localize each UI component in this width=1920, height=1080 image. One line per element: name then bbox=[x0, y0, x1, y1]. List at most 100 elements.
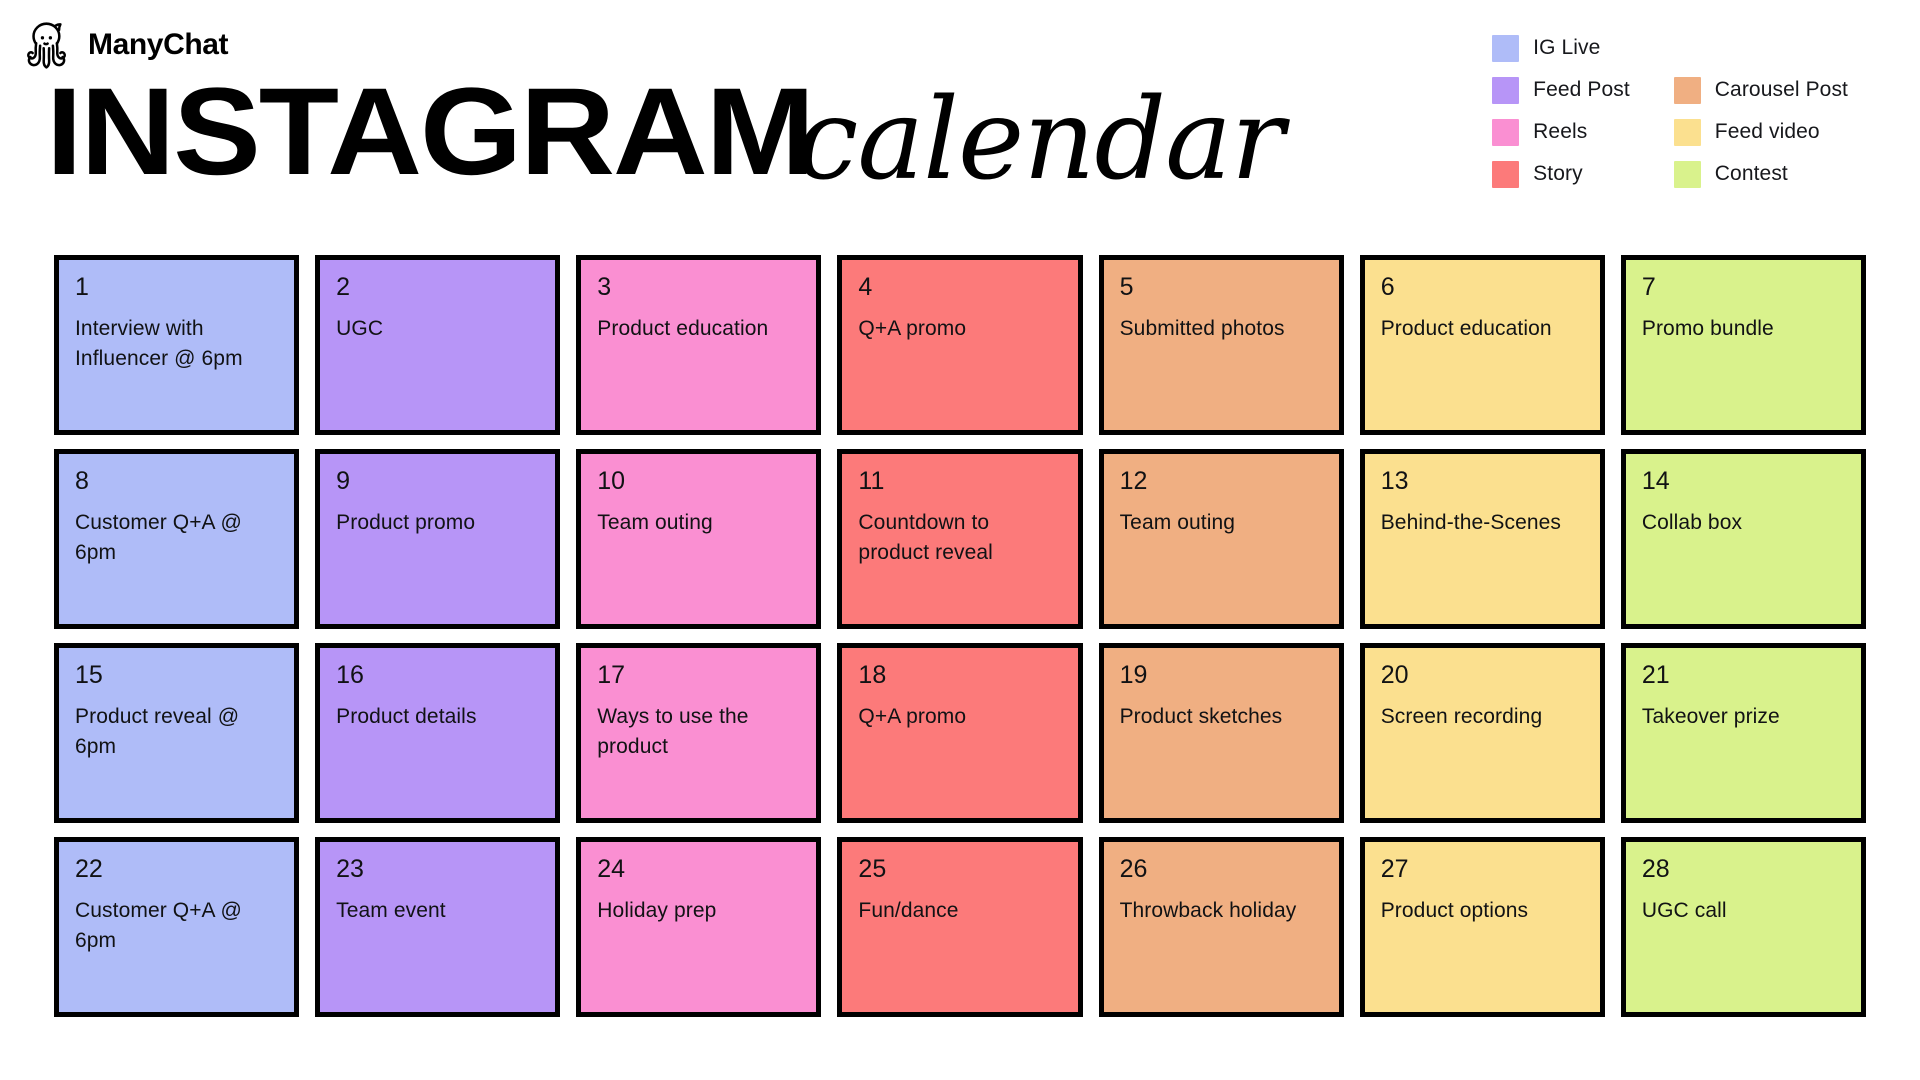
calendar-day-number: 7 bbox=[1641, 273, 1656, 301]
calendar-day-number: 9 bbox=[336, 467, 351, 495]
calendar-day-event: Takeover prize bbox=[1641, 705, 1780, 729]
calendar-day-event: Product promo bbox=[336, 511, 476, 535]
calendar-day-cell[interactable]: 22 Customer Q+A @ 6pm bbox=[54, 837, 300, 1017]
calendar-day-event: Submitted photos bbox=[1119, 317, 1285, 341]
calendar-day-cell[interactable]: 5 Submitted photos bbox=[1098, 255, 1344, 435]
instagram-calendar-page: ManyChat INSTAGRAM calendar IG Live Feed … bbox=[0, 0, 1920, 1080]
legend: IG Live Feed Post Carousel Post Reels Feed v… bbox=[1492, 34, 1848, 188]
calendar-day-event: Interview with Influencer @ 6pm bbox=[75, 317, 243, 371]
calendar-day-cell[interactable]: 7 Promo bundle bbox=[1620, 255, 1866, 435]
legend-item-contest[interactable]: Contest bbox=[1673, 160, 1848, 188]
calendar-day-number: 20 bbox=[1380, 661, 1409, 689]
calendar-day-number: 16 bbox=[336, 661, 364, 689]
calendar-day-cell[interactable]: 13 Behind-the-Scenes bbox=[1359, 449, 1605, 629]
calendar-day-cell[interactable]: 21 Takeover prize bbox=[1620, 643, 1866, 823]
calendar-day-event: Countdown to product reveal bbox=[858, 511, 993, 565]
calendar-day-number: 22 bbox=[75, 855, 103, 883]
calendar-day-event: Ways to use the product bbox=[597, 705, 749, 759]
calendar-day-cell[interactable]: 24 Holiday prep bbox=[576, 837, 822, 1017]
calendar-day-number: 15 bbox=[75, 661, 103, 689]
legend-swatch-carousel-post-icon bbox=[1673, 76, 1701, 104]
calendar-day-number: 19 bbox=[1119, 661, 1148, 689]
calendar-day-cell[interactable]: 3 Product education bbox=[576, 255, 822, 435]
calendar-day-number: 4 bbox=[858, 273, 873, 301]
page-title: INSTAGRAM calendar bbox=[46, 70, 1285, 215]
calendar-day-event: Product sketches bbox=[1119, 705, 1283, 729]
calendar-day-cell[interactable]: 9 Product promo bbox=[315, 449, 561, 629]
calendar-day-number: 12 bbox=[1119, 467, 1148, 495]
calendar-day-event: Team event bbox=[336, 899, 446, 923]
brand-name: ManyChat bbox=[88, 28, 229, 61]
calendar-day-event: Screen recording bbox=[1380, 705, 1543, 729]
calendar-day-event: Product reveal @ 6pm bbox=[75, 705, 240, 759]
legend-item-feed-post[interactable]: Feed Post bbox=[1492, 76, 1630, 104]
calendar-day-number: 17 bbox=[597, 661, 626, 689]
calendar-day-cell[interactable]: 28 UGC call bbox=[1620, 837, 1866, 1017]
calendar-grid: 1 Interview with Influencer @ 6pm 2 UGC 3 Pro… bbox=[54, 255, 1866, 1017]
calendar-day-event: Team outing bbox=[597, 511, 713, 535]
page-title-script: calendar bbox=[795, 75, 1285, 205]
calendar-day-cell[interactable]: 20 Screen recording bbox=[1359, 643, 1605, 823]
calendar-day-number: 11 bbox=[858, 467, 885, 495]
calendar-day-cell[interactable]: 11 Countdown to product reveal bbox=[837, 449, 1083, 629]
calendar-day-event: Fun/dance bbox=[858, 899, 959, 923]
legend-item-ig-live[interactable]: IG Live bbox=[1492, 34, 1630, 62]
calendar-day-number: 24 bbox=[597, 855, 626, 883]
calendar-day-event: Team outing bbox=[1119, 511, 1236, 535]
calendar-day-number: 3 bbox=[597, 273, 612, 301]
legend-swatch-story-icon bbox=[1492, 160, 1520, 188]
calendar-day-event: Product education bbox=[597, 317, 769, 341]
calendar-day-event: Q+A promo bbox=[858, 705, 967, 729]
calendar-day-number: 10 bbox=[597, 467, 626, 495]
calendar-day-cell[interactable]: 2 UGC bbox=[315, 255, 561, 435]
legend-swatch-feed-post-icon bbox=[1492, 76, 1520, 104]
legend-swatch-contest-icon bbox=[1673, 160, 1701, 188]
calendar-day-cell[interactable]: 16 Product details bbox=[315, 643, 561, 823]
calendar-day-cell[interactable]: 1 Interview with Influencer @ 6pm bbox=[54, 255, 300, 435]
calendar-day-number: 8 bbox=[75, 467, 89, 495]
calendar-day-cell[interactable]: 17 Ways to use the product bbox=[576, 643, 822, 823]
calendar-day-number: 13 bbox=[1380, 467, 1409, 495]
calendar-day-cell[interactable]: 26 Throwback holiday bbox=[1098, 837, 1344, 1017]
legend-swatch-ig-live-icon bbox=[1492, 34, 1520, 62]
legend-label: Feed Post bbox=[1533, 78, 1630, 101]
calendar-day-number: 28 bbox=[1641, 855, 1670, 883]
calendar-day-cell[interactable]: 18 Q+A promo bbox=[837, 643, 1083, 823]
calendar-day-cell[interactable]: 8 Customer Q+A @ 6pm bbox=[54, 449, 300, 629]
calendar-day-event: Behind-the-Scenes bbox=[1380, 511, 1562, 535]
legend-label: Story bbox=[1533, 162, 1583, 185]
calendar-day-event: Customer Q+A @ 6pm bbox=[75, 511, 242, 565]
calendar-day-number: 23 bbox=[336, 855, 364, 883]
legend-label: Feed video bbox=[1714, 120, 1820, 143]
legend-swatch-feed-video-icon bbox=[1673, 118, 1701, 146]
legend-item-feed-video[interactable]: Feed video bbox=[1673, 118, 1848, 146]
calendar-day-number: 2 bbox=[336, 273, 351, 301]
legend-item-reels[interactable]: Reels bbox=[1492, 118, 1630, 146]
calendar-day-event: Product education bbox=[1380, 317, 1552, 341]
legend-label: IG Live bbox=[1533, 36, 1601, 59]
calendar-day-number: 21 bbox=[1641, 661, 1670, 689]
calendar-day-cell[interactable]: 23 Team event bbox=[315, 837, 561, 1017]
calendar-day-cell[interactable]: 14 Collab box bbox=[1620, 449, 1866, 629]
calendar-day-number: 1 bbox=[75, 273, 89, 301]
calendar-day-cell[interactable]: 12 Team outing bbox=[1098, 449, 1344, 629]
calendar-day-cell[interactable]: 10 Team outing bbox=[576, 449, 822, 629]
legend-label: Reels bbox=[1533, 120, 1588, 143]
calendar-day-number: 25 bbox=[858, 855, 887, 883]
calendar-day-event: UGC call bbox=[1641, 899, 1727, 923]
calendar-day-event: UGC bbox=[336, 317, 384, 341]
calendar-day-cell[interactable]: 19 Product sketches bbox=[1098, 643, 1344, 823]
legend-label: Carousel Post bbox=[1714, 78, 1848, 101]
legend-item-carousel-post[interactable]: Carousel Post bbox=[1673, 76, 1848, 104]
calendar-day-cell[interactable]: 27 Product options bbox=[1359, 837, 1605, 1017]
calendar-day-cell[interactable]: 4 Q+A promo bbox=[837, 255, 1083, 435]
calendar-day-number: 27 bbox=[1380, 855, 1409, 883]
calendar-day-event: Promo bundle bbox=[1641, 317, 1774, 341]
calendar-day-event: Q+A promo bbox=[858, 317, 967, 341]
legend-item-story[interactable]: Story bbox=[1492, 160, 1630, 188]
calendar-day-cell[interactable]: 15 Product reveal @ 6pm bbox=[54, 643, 300, 823]
calendar-day-number: 6 bbox=[1380, 273, 1395, 301]
calendar-day-number: 18 bbox=[858, 661, 887, 689]
calendar-day-cell[interactable]: 6 Product education bbox=[1359, 255, 1605, 435]
calendar-day-cell[interactable]: 25 Fun/dance bbox=[837, 837, 1083, 1017]
